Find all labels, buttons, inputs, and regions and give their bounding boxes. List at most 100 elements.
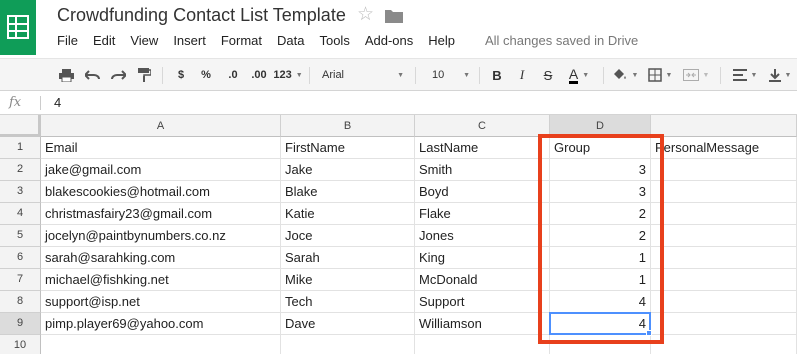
menu-addons[interactable]: Add-ons [365, 33, 413, 49]
cell-c8[interactable]: Support [415, 291, 550, 313]
paint-format-icon[interactable] [134, 59, 154, 91]
horizontal-align-button[interactable]: ▼ [730, 59, 760, 91]
cell-e10[interactable] [651, 335, 797, 354]
cell-a1[interactable]: Email [41, 137, 281, 159]
menu-file[interactable]: File [57, 33, 78, 49]
more-formats-dropdown[interactable]: 123 ▼ [273, 59, 303, 91]
cell-a9[interactable]: pimp.player69@yahoo.com [41, 313, 281, 335]
cell-e8[interactable] [651, 291, 797, 313]
cell-b1[interactable]: FirstName [281, 137, 415, 159]
cell-c3[interactable]: Boyd [415, 181, 550, 203]
row-header[interactable]: 6 [0, 247, 41, 269]
cell-a8[interactable]: support@isp.net [41, 291, 281, 313]
sheets-logo-icon[interactable] [0, 0, 36, 55]
menu-format[interactable]: Format [221, 33, 262, 49]
formula-input[interactable]: 4 [54, 95, 61, 110]
row-header[interactable]: 2 [0, 159, 41, 181]
cell-c4[interactable]: Flake [415, 203, 550, 225]
cell-d4[interactable]: 2 [550, 203, 651, 225]
cell-c9[interactable]: Williamson [415, 313, 550, 335]
cell-b4[interactable]: Katie [281, 203, 415, 225]
cell-b2[interactable]: Jake [281, 159, 415, 181]
menu-edit[interactable]: Edit [93, 33, 115, 49]
font-family-dropdown[interactable]: Arial ▼ [318, 59, 408, 91]
cell-d2[interactable]: 3 [550, 159, 651, 181]
merge-cells-button[interactable]: ▼ [679, 59, 713, 91]
select-all-corner[interactable] [0, 115, 41, 137]
borders-button[interactable]: ▼ [645, 59, 675, 91]
save-status[interactable]: All changes saved in Drive [485, 33, 638, 48]
strikethrough-button[interactable]: S [538, 59, 558, 91]
cell-d3[interactable]: 3 [550, 181, 651, 203]
menu-view[interactable]: View [130, 33, 158, 49]
cell-b9[interactable]: Dave [281, 313, 415, 335]
row-header[interactable]: 10 [0, 335, 41, 354]
percent-format-button[interactable]: % [197, 59, 215, 91]
document-title[interactable]: Crowdfunding Contact List Template [57, 5, 346, 26]
font-size-dropdown[interactable]: 10 ▼ [428, 59, 474, 91]
menu-tools[interactable]: Tools [319, 33, 349, 49]
cell-e7[interactable] [651, 269, 797, 291]
cell-e2[interactable] [651, 159, 797, 181]
cell-c7[interactable]: McDonald [415, 269, 550, 291]
text-color-button[interactable]: A ▼ [562, 59, 596, 91]
cell-b7[interactable]: Mike [281, 269, 415, 291]
cell-a5[interactable]: jocelyn@paintbynumbers.co.nz [41, 225, 281, 247]
star-icon[interactable]: ☆ [357, 3, 374, 26]
italic-button[interactable]: I [512, 59, 532, 91]
cell-e4[interactable] [651, 203, 797, 225]
cell-d10[interactable] [550, 335, 651, 354]
cell-b10[interactable] [281, 335, 415, 354]
column-header-a[interactable]: A [41, 115, 281, 137]
column-header-e[interactable] [651, 115, 797, 137]
cell-d1[interactable]: Group [550, 137, 651, 159]
column-header-d[interactable]: D [550, 115, 651, 137]
currency-format-button[interactable]: $ [172, 59, 190, 91]
cell-d8[interactable]: 4 [550, 291, 651, 313]
bold-button[interactable]: B [487, 59, 507, 91]
menu-data[interactable]: Data [277, 33, 304, 49]
undo-icon[interactable] [82, 59, 102, 91]
cell-e1[interactable]: PersonalMessage [651, 137, 797, 159]
row-header[interactable]: 3 [0, 181, 41, 203]
column-header-b[interactable]: B [281, 115, 415, 137]
cell-c10[interactable] [415, 335, 550, 354]
vertical-align-button[interactable]: ▼ [766, 59, 794, 91]
cell-d9[interactable]: 4 [550, 313, 651, 335]
cell-c1[interactable]: LastName [415, 137, 550, 159]
cell-b6[interactable]: Sarah [281, 247, 415, 269]
cell-b3[interactable]: Blake [281, 181, 415, 203]
increase-decimals-button[interactable]: .00 [247, 59, 271, 91]
cell-e6[interactable] [651, 247, 797, 269]
cell-e3[interactable] [651, 181, 797, 203]
cell-b5[interactable]: Joce [281, 225, 415, 247]
cell-b8[interactable]: Tech [281, 291, 415, 313]
cell-a7[interactable]: michael@fishking.net [41, 269, 281, 291]
cell-e5[interactable] [651, 225, 797, 247]
cell-c6[interactable]: King [415, 247, 550, 269]
cell-a3[interactable]: blakescookies@hotmail.com [41, 181, 281, 203]
cell-d7[interactable]: 1 [550, 269, 651, 291]
cell-c5[interactable]: Jones [415, 225, 550, 247]
row-header[interactable]: 7 [0, 269, 41, 291]
cell-a10[interactable] [41, 335, 281, 354]
cell-a6[interactable]: sarah@sarahking.com [41, 247, 281, 269]
print-icon[interactable] [56, 59, 76, 91]
cell-a2[interactable]: jake@gmail.com [41, 159, 281, 181]
cell-c2[interactable]: Smith [415, 159, 550, 181]
row-header[interactable]: 4 [0, 203, 41, 225]
folder-icon[interactable] [385, 9, 403, 28]
cell-d5[interactable]: 2 [550, 225, 651, 247]
menu-help[interactable]: Help [428, 33, 455, 49]
column-header-c[interactable]: C [415, 115, 550, 137]
menu-insert[interactable]: Insert [173, 33, 206, 49]
row-header[interactable]: 1 [0, 137, 41, 159]
decrease-decimals-button[interactable]: .0 [222, 59, 244, 91]
row-header[interactable]: 9 [0, 313, 41, 335]
redo-icon[interactable] [108, 59, 128, 91]
fill-handle[interactable] [646, 330, 652, 336]
cell-e9[interactable] [651, 313, 797, 335]
cell-d6[interactable]: 1 [550, 247, 651, 269]
cell-a4[interactable]: christmasfairy23@gmail.com [41, 203, 281, 225]
fill-color-button[interactable]: ▼ [610, 59, 640, 91]
